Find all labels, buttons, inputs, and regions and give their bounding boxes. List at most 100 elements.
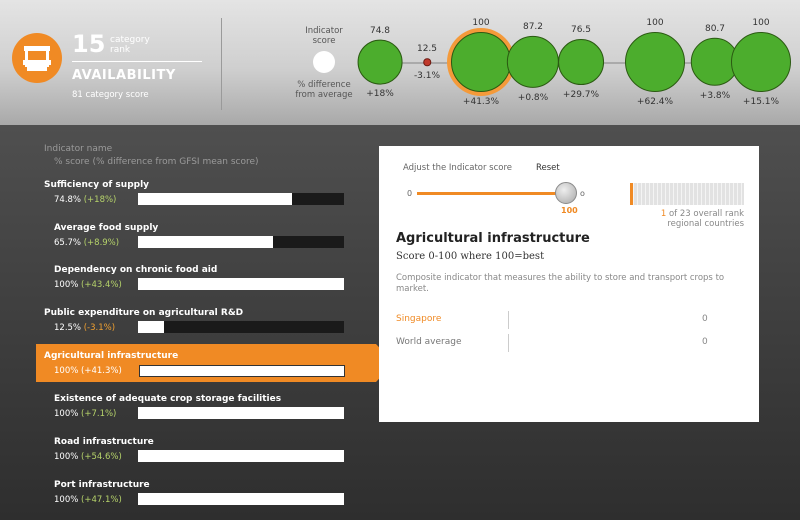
slider-value: 100 [561,206,578,215]
reset-button[interactable]: Reset [536,163,560,173]
indicator-list-item[interactable]: Agricultural infrastructure 100% (+41.3%) [0,344,394,391]
list-header-name: Indicator name [44,144,113,154]
score-value: 65.7% [54,238,82,248]
difference-legend: % difference from average [290,80,358,100]
score-bar-fill [138,321,164,333]
score-bar [138,278,344,290]
score-diff: (+7.1%) [81,409,117,419]
indicator-bubble[interactable] [731,32,791,92]
score-diff: (+41.3%) [81,366,122,376]
country-name: World average [396,337,462,347]
bubble-value: 100 [752,18,770,28]
bubble-value: 100 [646,18,664,28]
score-bar [138,321,344,333]
indicator-score: 12.5% (-3.1%) [54,323,115,333]
indicator-list-item[interactable]: Average food supply 65.7% (+8.9%) [0,223,390,263]
indicator-list-item[interactable]: Dependency on chronic food aid 100% (+43.… [0,265,390,305]
indicator-name: Road infrastructure [54,437,154,447]
country-value: 0 [702,337,708,347]
indicator-bubble[interactable] [451,32,511,92]
indicator-label-line2: score [312,36,336,46]
indicator-list-item[interactable]: Sufficiency of supply 74.8% (+18%) [0,180,390,220]
bubble-value: 12.5 [416,44,438,55]
row-separator [508,311,509,329]
score-value: 100% [54,280,79,290]
bubble-diff: +29.7% [562,89,600,100]
score-diff: (+54.6%) [81,452,122,462]
legend-circle [313,51,335,73]
detail-description: Composite indicator that measures the ab… [396,273,725,294]
country-name: Singapore [396,314,442,324]
indicator-name: Public expenditure on agricultural R&D [44,308,244,318]
bubble-diff: -3.1% [413,70,441,81]
indicator-bubble[interactable] [423,58,431,66]
bubble-value: 80.7 [704,23,726,34]
indicator-label-line1: Indicator [305,26,343,36]
indicator-bubble[interactable] [506,35,560,89]
score-bar [138,493,344,505]
slider-end-marker: o [580,189,585,198]
country-row-world-average: World average 0 [396,334,716,352]
indicator-score: 65.7% (+8.9%) [54,238,119,248]
score-bar-fill [138,278,344,290]
indicator-score: 100% (+43.4%) [54,280,122,290]
indicator-score-legend: Indicator score [296,26,352,46]
category-score: 81 category score [72,90,149,100]
country-row-singapore: Singapore 0 [396,311,716,329]
score-diff: (-3.1%) [83,323,116,333]
indicator-name: Dependency on chronic food aid [54,265,218,275]
detail-subtitle: Score 0-100 where 100=best [396,251,545,262]
score-bar [138,450,344,462]
indicator-name: Port infrastructure [54,480,150,490]
indicator-list-item[interactable]: Road infrastructure 100% (+54.6%) [0,437,390,477]
rank-label-line1: category [110,35,150,45]
score-value: 100% [54,495,79,505]
category-header: 15 category rank AVAILABILITY 81 categor… [0,0,800,125]
score-bar-fill [138,493,344,505]
indicator-bubble[interactable] [625,32,685,92]
rank-text-rest: of 23 overall rank [668,209,744,219]
rank-text-line2: regional countries [667,219,744,229]
score-bar [138,364,345,377]
rank-text: 1 of 23 overall rank regional countries [619,209,744,229]
indicator-list-item[interactable]: Public expenditure on agricultural R&D 12… [0,308,390,348]
bubble-value: 100 [472,18,490,28]
score-value: 12.5% [54,323,82,333]
rank-number: 1 [660,209,667,219]
indicator-score: 100% (+47.1%) [54,495,122,505]
indicator-list-item[interactable]: Port infrastructure 100% (+47.1%) [0,480,390,520]
indicator-name: Existence of adequate crop storage facil… [54,394,282,404]
bubble-diff: +62.4% [636,97,674,107]
bubble-value: 87.2 [522,21,544,32]
score-bar [138,236,344,248]
score-slider-track[interactable] [417,192,567,195]
indicator-detail-panel: Adjust the Indicator score Reset 0 o 100… [379,146,759,422]
score-bar-fill [138,236,274,248]
bubble-diff: +15.1% [742,97,780,107]
indicator-bubble[interactable] [558,39,604,85]
score-bar [138,407,344,419]
category-title: AVAILABILITY [72,68,176,83]
score-bar [138,193,344,205]
title-rule [72,61,202,62]
score-slider-handle[interactable] [555,182,577,204]
score-diff: (+47.1%) [81,495,122,505]
indicator-list-item[interactable]: Existence of adequate crop storage facil… [0,394,390,434]
score-bar-fill [138,450,344,462]
bubble-diff: +0.8% [517,93,549,104]
indicator-name: Average food supply [54,223,159,233]
category-rank-label: category rank [110,35,170,55]
rank-marker [630,183,633,205]
bubble-value: 76.5 [570,25,592,36]
country-value: 0 [702,314,708,324]
bubble-value: 74.8 [369,25,391,36]
market-stall-icon [12,33,62,83]
indicator-score: 100% (+41.3%) [54,366,122,376]
diff-label-line2: from average [295,90,353,100]
score-diff: (+8.9%) [83,238,120,248]
diff-label-line1: % difference [297,80,351,90]
rank-label-line2: rank [110,45,131,55]
category-rank-value: 15 [72,30,106,58]
indicator-bubble[interactable] [357,39,403,85]
slider-min-label: 0 [407,189,413,198]
